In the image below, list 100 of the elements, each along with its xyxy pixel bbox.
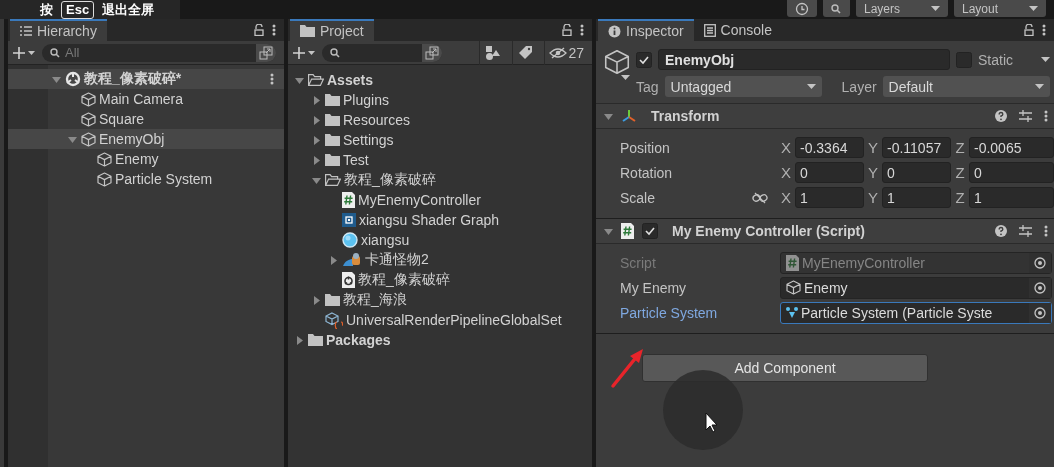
add-component-button[interactable]: Add Component xyxy=(642,354,928,382)
object-field[interactable]: Enemy xyxy=(780,276,1052,299)
active-checkbox[interactable] xyxy=(636,51,652,68)
shader-graph-icon xyxy=(342,212,356,228)
expand-search-icon[interactable] xyxy=(425,45,439,60)
object-picker-icon[interactable] xyxy=(1034,306,1046,319)
search-button[interactable] xyxy=(823,0,850,17)
hidden-packages-toggle[interactable]: 27 xyxy=(544,40,588,65)
toolbar-dropdown[interactable]: Layout xyxy=(954,0,1046,17)
lock-icon[interactable] xyxy=(254,24,264,36)
caret-icon[interactable] xyxy=(67,134,77,144)
open-folder-icon xyxy=(325,174,341,186)
component-menu-icon[interactable] xyxy=(1044,110,1048,122)
help-icon[interactable] xyxy=(995,110,1007,122)
number-field[interactable]: 1 xyxy=(969,187,1054,208)
project-item[interactable]: 教程_海浪 xyxy=(288,290,592,310)
toolbar-dropdown[interactable]: Layers xyxy=(856,0,948,17)
hint-text: 退出全屏 xyxy=(102,0,155,19)
tag-icon[interactable] xyxy=(519,46,533,59)
caret-icon[interactable] xyxy=(51,74,61,84)
expand-search-icon[interactable] xyxy=(259,45,273,60)
menu-icon[interactable] xyxy=(580,24,584,36)
layer-dropdown[interactable]: Default xyxy=(882,76,1050,97)
folder-icon xyxy=(325,294,340,306)
presets-icon[interactable] xyxy=(1019,225,1032,237)
caret-icon[interactable] xyxy=(311,175,321,185)
history-icon[interactable] xyxy=(795,1,809,16)
caret-icon[interactable] xyxy=(311,155,321,165)
number-field[interactable]: 0 xyxy=(882,162,951,183)
lock-icon[interactable] xyxy=(562,24,572,36)
hierarchy-item[interactable]: Enemy xyxy=(8,149,284,169)
tag-dropdown[interactable]: Untagged xyxy=(664,76,822,97)
hidden-eye-icon[interactable] xyxy=(549,46,568,59)
component-title: Transform xyxy=(651,108,720,124)
hierarchy-item[interactable]: 教程_像素破碎* xyxy=(8,69,284,89)
axis-label: X xyxy=(780,189,792,206)
object-picker-icon[interactable] xyxy=(1034,256,1046,269)
caret-icon[interactable] xyxy=(311,295,321,305)
hierarchy-item[interactable]: Square xyxy=(8,109,284,129)
panel-tab[interactable]: Inspector xyxy=(598,19,694,41)
number-field[interactable]: -0.11057 xyxy=(882,137,951,158)
caret-icon[interactable] xyxy=(311,95,321,105)
scene-icon xyxy=(65,71,81,87)
axis-label: Z xyxy=(954,189,966,206)
menu-icon[interactable] xyxy=(272,24,276,36)
add-icon[interactable] xyxy=(292,45,316,60)
panel-tab[interactable]: Project xyxy=(290,19,374,41)
caret-icon[interactable] xyxy=(311,135,321,145)
component-checkbox[interactable] xyxy=(642,223,658,239)
caret-icon[interactable] xyxy=(328,255,338,265)
number-field[interactable]: -0.0065 xyxy=(969,137,1054,158)
project-item[interactable]: Assets xyxy=(288,70,592,90)
menu-icon[interactable] xyxy=(1042,24,1046,36)
number-field[interactable]: 0 xyxy=(795,162,864,183)
script-icon xyxy=(621,223,634,239)
component-menu-icon[interactable] xyxy=(1044,225,1048,237)
number-field[interactable]: 0 xyxy=(969,162,1054,183)
help-icon[interactable] xyxy=(995,225,1007,237)
project-item[interactable]: Settings xyxy=(288,130,592,150)
search-field[interactable] xyxy=(322,43,442,62)
number-field[interactable]: -0.3364 xyxy=(795,137,864,158)
caret-icon[interactable] xyxy=(604,111,613,121)
open-folder-icon xyxy=(308,74,324,86)
caret-icon[interactable] xyxy=(604,226,613,236)
number-field[interactable]: 1 xyxy=(882,187,951,208)
project-item[interactable]: Test xyxy=(288,150,592,170)
project-item[interactable]: MyEnemyController xyxy=(288,190,592,210)
search-field[interactable]: All xyxy=(42,43,276,62)
lock-icon[interactable] xyxy=(1024,24,1034,36)
panel-tab[interactable]: Hierarchy xyxy=(10,19,107,41)
property-label: Script xyxy=(620,254,657,271)
object-field[interactable]: Particle System (Particle Syste xyxy=(780,301,1052,324)
project-item[interactable]: 卡通怪物2 xyxy=(288,250,592,270)
scene-menu-icon[interactable] xyxy=(270,73,274,85)
panel-tab[interactable]: Console xyxy=(693,19,782,41)
project-item[interactable]: Resources xyxy=(288,110,592,130)
number-field[interactable]: 1 xyxy=(795,187,864,208)
project-item[interactable]: Plugins xyxy=(288,90,592,110)
project-item[interactable]: 教程_像素破碎 xyxy=(288,270,592,290)
project-item[interactable]: Packages xyxy=(288,330,592,350)
axis-label: Z xyxy=(954,139,966,156)
history-button[interactable] xyxy=(787,0,817,17)
project-item[interactable]: xiangsu xyxy=(288,230,592,250)
project-item[interactable]: xiangsu Shader Graph xyxy=(288,210,592,230)
project-item[interactable]: UniversalRenderPipelineGlobalSet xyxy=(288,310,592,330)
caret-icon[interactable] xyxy=(311,115,321,125)
static-checkbox[interactable] xyxy=(956,51,972,68)
hierarchy-item[interactable]: Particle System xyxy=(8,169,284,189)
presets-icon[interactable] xyxy=(1019,110,1032,122)
object-picker-icon[interactable] xyxy=(1034,281,1046,294)
hierarchy-item[interactable]: Main Camera xyxy=(8,89,284,109)
caret-icon[interactable] xyxy=(294,75,304,85)
hierarchy-item[interactable]: EnemyObj xyxy=(8,129,284,149)
caret-icon[interactable] xyxy=(294,335,304,345)
object-name-field[interactable]: EnemyObj xyxy=(658,49,950,70)
shapes-icon[interactable] xyxy=(486,45,501,60)
add-icon[interactable] xyxy=(12,45,36,60)
project-item[interactable]: 教程_像素破碎 xyxy=(288,170,592,190)
axis-label: X xyxy=(780,164,792,181)
unlinked-chain-icon[interactable] xyxy=(752,191,768,204)
